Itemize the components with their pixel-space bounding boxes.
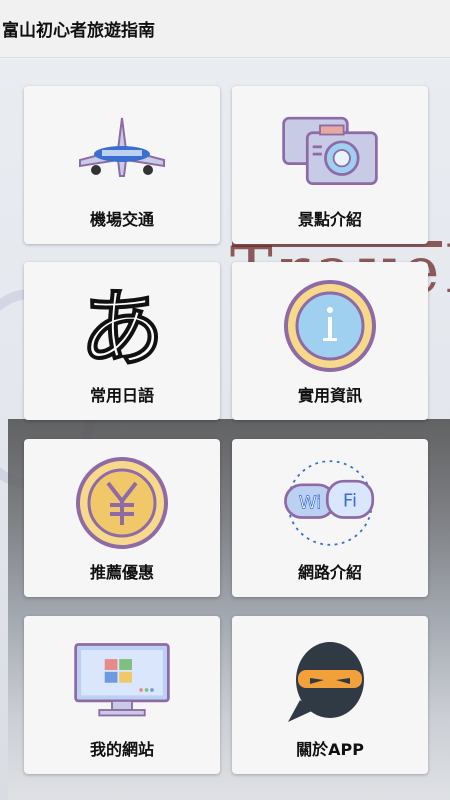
menu-grid: 機場交通 景點介紹 あ 常用日語 實用資訊 推薦優惠 Wi Fi 網路介紹 我的… — [0, 0, 450, 800]
menu-item-about-app[interactable]: 關於APP — [232, 616, 428, 774]
airplane-icon — [72, 100, 172, 200]
yen-coin-icon — [72, 453, 172, 553]
computer-monitor-icon — [72, 630, 172, 730]
svg-text:Fi: Fi — [343, 491, 357, 512]
menu-item-label: 機場交通 — [89, 210, 154, 229]
info-icon — [280, 276, 380, 376]
ninja-icon — [280, 630, 380, 730]
menu-item-recommended-offers[interactable]: 推薦優惠 — [24, 439, 220, 597]
svg-text:Wi: Wi — [299, 492, 322, 513]
menu-item-label: 實用資訊 — [297, 386, 362, 405]
camera-icon — [280, 100, 380, 200]
menu-item-label: 景點介紹 — [297, 210, 362, 229]
menu-item-airport-transport[interactable]: 機場交通 — [24, 86, 220, 244]
menu-item-label: 關於APP — [296, 740, 364, 759]
menu-item-network-info[interactable]: Wi Fi 網路介紹 — [232, 439, 428, 597]
menu-item-practical-info[interactable]: 實用資訊 — [232, 262, 428, 420]
wifi-icon: Wi Fi — [280, 453, 380, 553]
menu-item-label: 常用日語 — [89, 386, 154, 405]
menu-item-attractions[interactable]: 景點介紹 — [232, 86, 428, 244]
menu-item-label: 我的網站 — [89, 740, 154, 759]
menu-item-my-website[interactable]: 我的網站 — [24, 616, 220, 774]
svg-text:あ: あ — [80, 280, 164, 376]
menu-item-common-japanese[interactable]: あ 常用日語 — [24, 262, 220, 420]
menu-item-label: 推薦優惠 — [89, 563, 154, 582]
menu-item-label: 網路介紹 — [297, 563, 362, 582]
hiragana-a-icon: あ — [72, 276, 172, 376]
